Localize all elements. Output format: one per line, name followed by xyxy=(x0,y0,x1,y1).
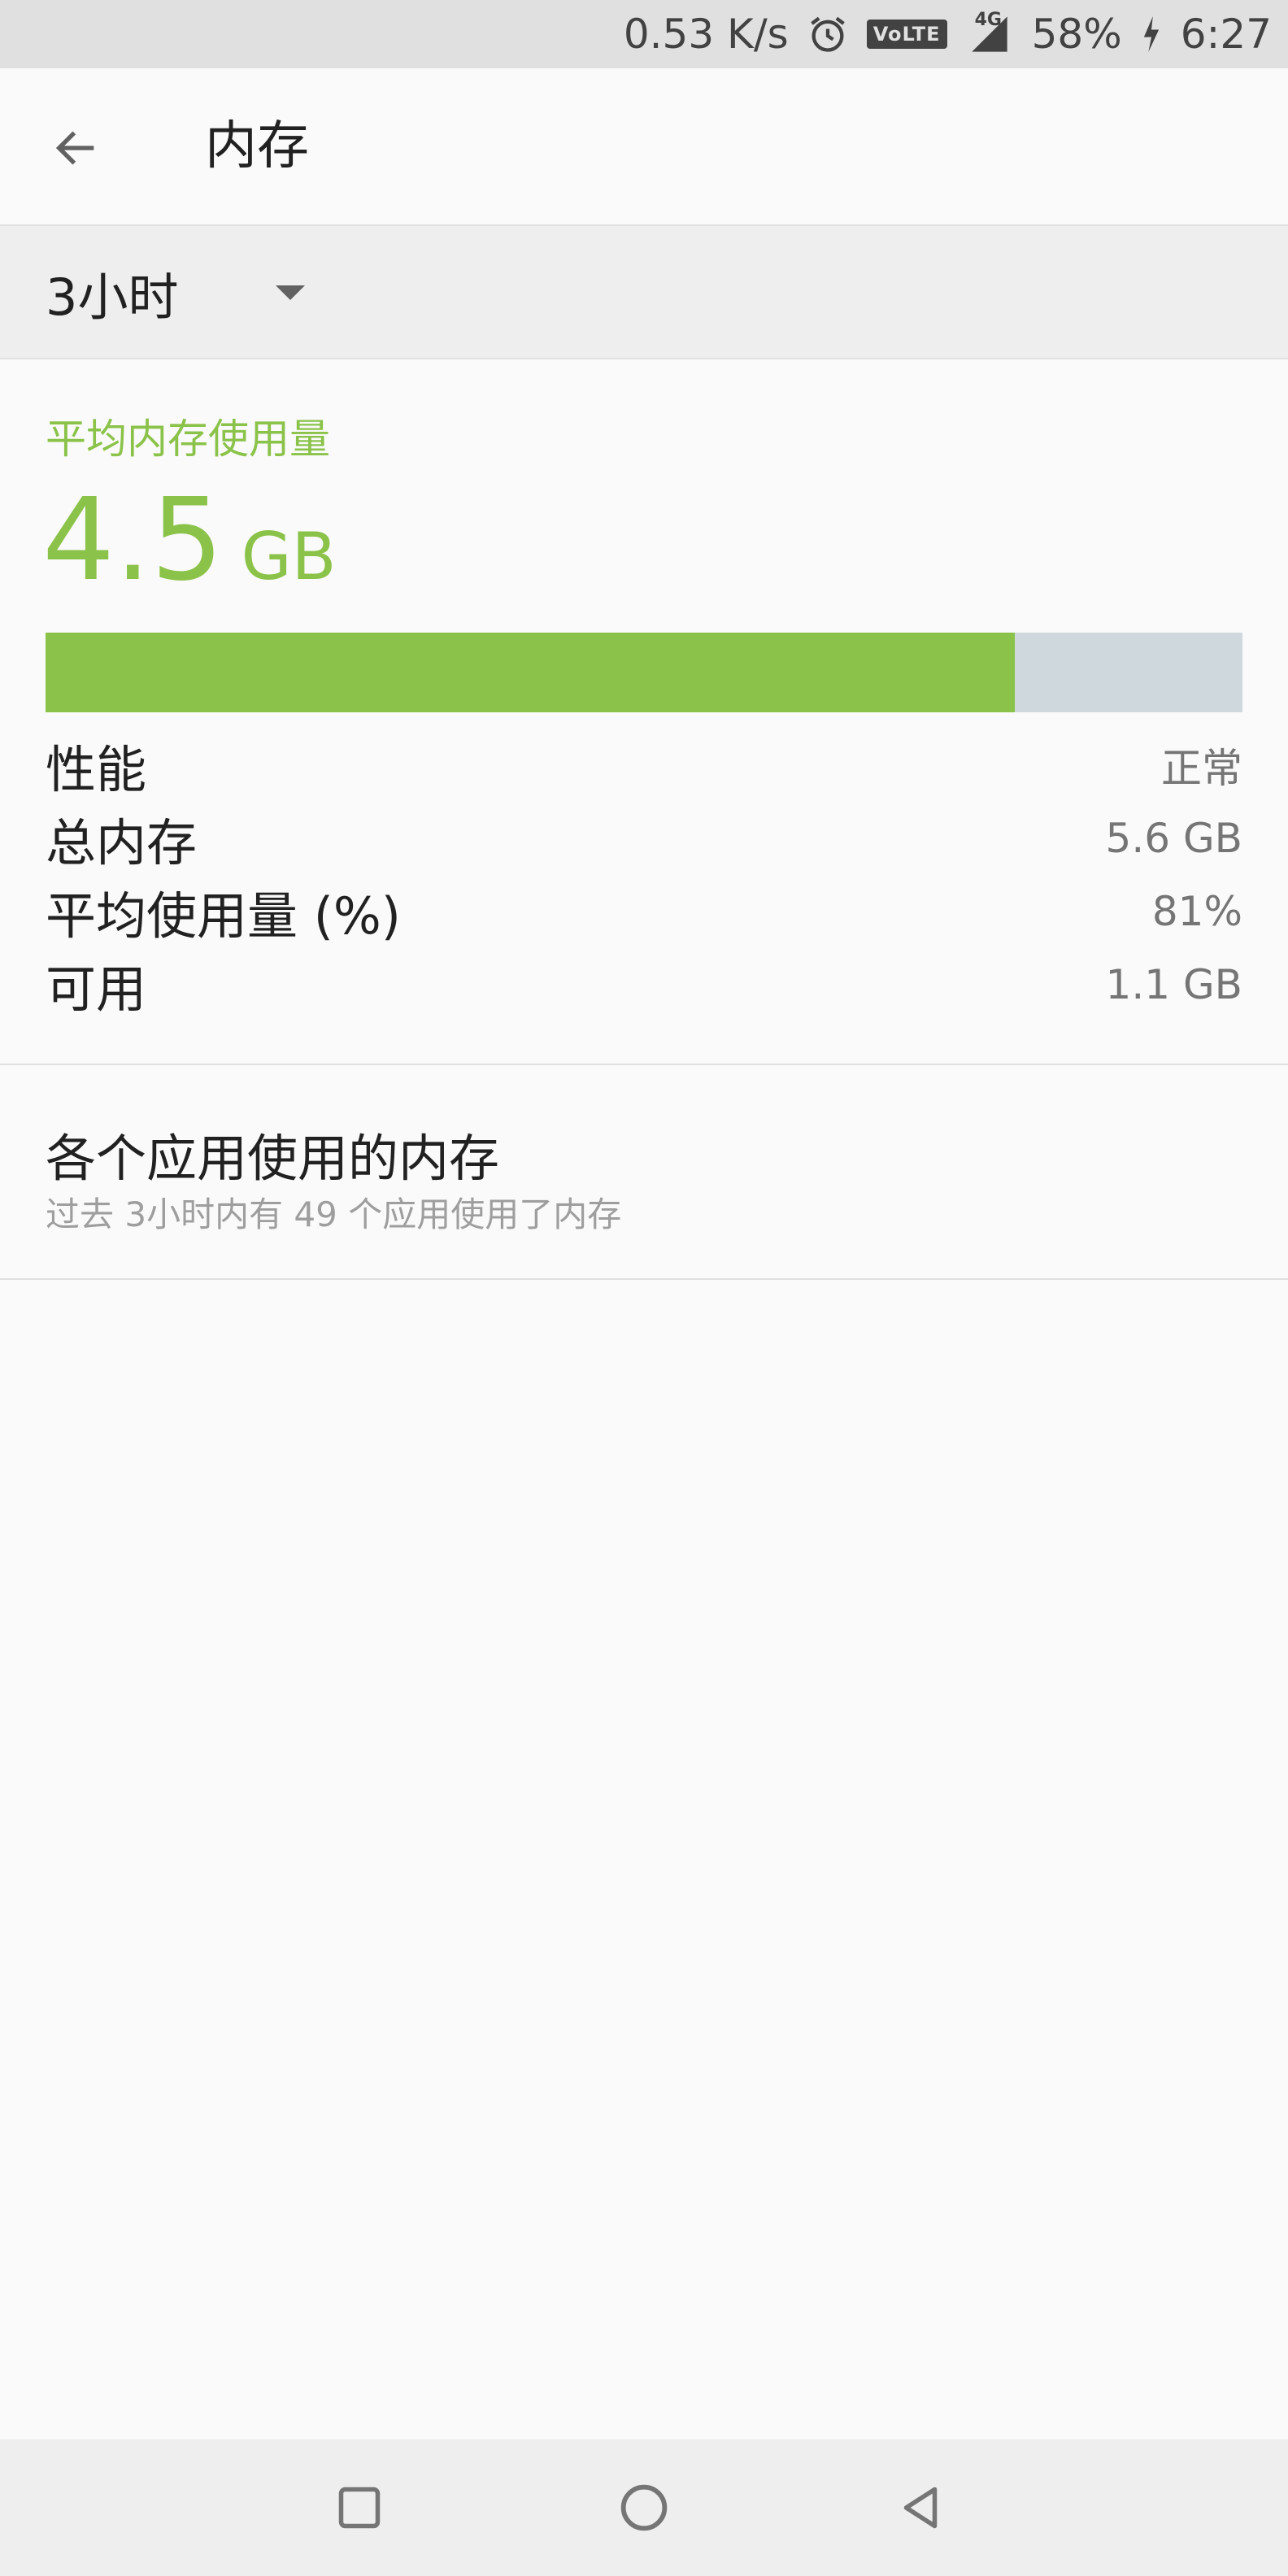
dropdown-arrow-icon xyxy=(276,285,306,300)
arrow-back-icon xyxy=(55,131,94,165)
divider xyxy=(0,1278,1288,1280)
back-button[interactable] xyxy=(37,109,115,187)
period-bar: 3小时 xyxy=(0,226,1288,359)
average-memory-unit: GB xyxy=(241,519,337,594)
app-memory-subtitle: 过去 3小时内有 49 个应用使用了内存 xyxy=(46,1194,622,1234)
triangle-back-icon xyxy=(903,2487,938,2529)
volte-badge: VoLTE xyxy=(866,20,947,49)
stat-label: 平均使用量 (%) xyxy=(46,886,401,946)
app-memory-item[interactable]: 各个应用使用的内存 过去 3小时内有 49 个应用使用了内存 xyxy=(0,1065,1288,1278)
period-dropdown[interactable]: 3小时 xyxy=(46,255,306,330)
back-nav-button[interactable] xyxy=(886,2474,955,2542)
stat-label: 性能 xyxy=(46,740,147,799)
stat-label: 总内存 xyxy=(46,813,198,872)
square-icon xyxy=(338,2487,381,2529)
page-title: 内存 xyxy=(205,116,309,176)
stat-label: 可用 xyxy=(46,959,147,1019)
clock: 6:27 xyxy=(1180,11,1272,58)
memory-usage-bar xyxy=(46,633,1242,712)
stat-row-average-usage: 平均使用量 (%) 81% xyxy=(46,875,1242,948)
memory-screen: 0.53 K/s VoLTE 4G 58% 6:27 内存 3小时 平均内存使用… xyxy=(0,0,1288,2576)
period-selected-label: 3小时 xyxy=(46,268,179,327)
memory-stats: 性能 正常 总内存 5.6 GB 平均使用量 (%) 81% 可用 1.1 GB xyxy=(46,729,1242,1021)
status-bar: 0.53 K/s VoLTE 4G 58% 6:27 xyxy=(0,0,1288,68)
circle-icon xyxy=(620,2484,668,2531)
stat-value: 5.6 GB xyxy=(1105,815,1242,862)
average-memory-heading: 平均内存使用量 xyxy=(46,416,330,463)
signal-icon: 4G xyxy=(965,10,1014,55)
alarm-icon xyxy=(807,13,849,55)
memory-usage-fill xyxy=(46,633,1016,712)
app-bar: 内存 xyxy=(0,68,1288,226)
average-memory-number: 4.5 xyxy=(42,474,224,607)
navigation-bar xyxy=(0,2439,1288,2576)
recents-button[interactable] xyxy=(325,2474,394,2542)
home-button[interactable] xyxy=(610,2474,678,2542)
average-memory-value: 4.5 GB xyxy=(42,480,337,602)
stat-value: 1.1 GB xyxy=(1105,961,1242,1008)
charging-icon xyxy=(1140,16,1163,52)
stat-value: 正常 xyxy=(1161,745,1242,792)
network-type-label: 4G xyxy=(974,10,1002,30)
app-memory-title: 各个应用使用的内存 xyxy=(46,1129,500,1188)
net-speed: 0.53 K/s xyxy=(623,11,789,58)
stat-value: 81% xyxy=(1151,888,1242,935)
battery-level: 58% xyxy=(1031,11,1122,58)
stat-row-total-memory: 总内存 5.6 GB xyxy=(46,802,1242,875)
stat-row-available: 可用 1.1 GB xyxy=(46,948,1242,1021)
stat-row-performance: 性能 正常 xyxy=(46,729,1242,802)
